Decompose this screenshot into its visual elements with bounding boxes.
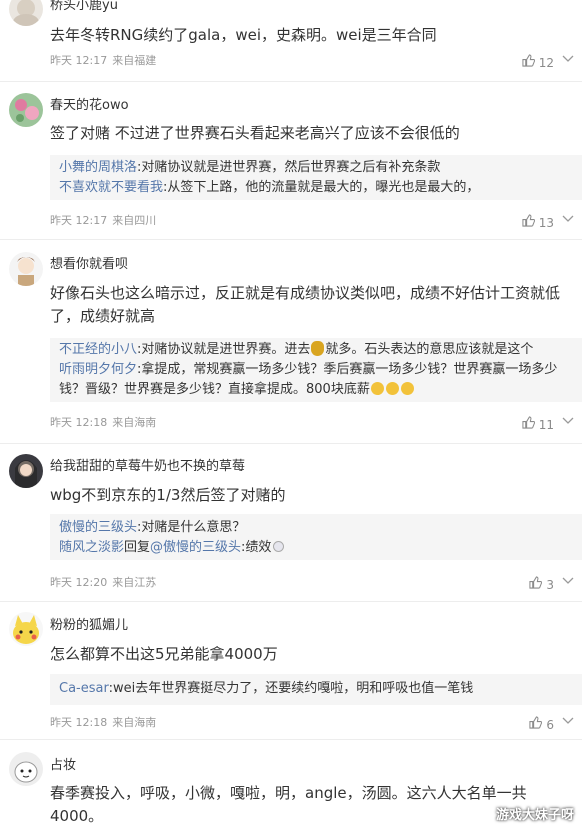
comment-3: 想看你就看呗 好像石头也这么暗示过，反正就是有成绩协议类似吧，成绩不好估计工资就…: [0, 240, 582, 444]
comment-meta: 昨天 12:17 来自四川: [50, 213, 156, 229]
comment-time: 昨天 12:17: [50, 54, 108, 67]
username[interactable]: 占妆: [50, 757, 76, 775]
avatar[interactable]: [9, 752, 43, 786]
comment-location: 来自江苏: [112, 576, 157, 589]
reply-text: :对赌是什么意思？: [137, 520, 246, 535]
comment-text: wbg不到京东的1/3然后签了对赌的: [50, 486, 286, 504]
comment-5: 粉粉的狐媚儿 怎么都算不出这5兄弟能拿4000万 Ca-esar:wei去年世界…: [0, 602, 582, 740]
like-button[interactable]: 6: [529, 716, 554, 733]
comment-location: 来自四川: [112, 214, 157, 227]
comment-meta: 昨天 12:17 来自福建: [50, 53, 156, 69]
like-button[interactable]: 12: [522, 54, 554, 71]
comment-meta: 昨天 12:18 来自海南: [50, 715, 156, 731]
grin-emoji-icon: [385, 382, 399, 395]
reply-text: :wei去年世界赛挺尽力了，还要续约嘎啦，明和呼吸也值一笔钱: [108, 681, 474, 696]
thumbs-up-icon: [529, 716, 543, 733]
watermark: 游戏大妹子呀: [495, 808, 574, 823]
avatar[interactable]: [9, 93, 43, 127]
reply-box: 小舞的周棋洛:对赌协议就是进世界赛，然后世界赛之后有补充条款 不喜欢就不要看我:…: [50, 155, 582, 200]
like-button[interactable]: 11: [522, 416, 554, 433]
like-button[interactable]: 13: [522, 214, 554, 231]
comment-meta: 昨天 12:18 来自海南: [50, 415, 156, 431]
emoji-icon: [273, 541, 285, 552]
comment-text: 签了对赌 不过进了世界赛石头看起来老高兴了应该不会很低的: [50, 124, 460, 142]
avatar[interactable]: [9, 612, 43, 646]
reply-username[interactable]: 小舞的周棋洛: [59, 160, 137, 175]
more-icon[interactable]: [562, 52, 574, 68]
avatar[interactable]: [9, 252, 43, 286]
comment-time: 昨天 12:20: [50, 576, 108, 589]
comment-time: 昨天 12:17: [50, 214, 108, 227]
reply-text: :从签下上路，他的流量就是最大的，曝光也是最大的，: [163, 180, 480, 195]
comment-meta: 昨天 12:20 来自江苏: [50, 575, 156, 591]
reply-item: 不喜欢就不要看我:从签下上路，他的流量就是最大的，曝光也是最大的，: [59, 178, 573, 198]
reply-box: Ca-esar:wei去年世界赛挺尽力了，还要续约嘎啦，明和呼吸也值一笔钱: [50, 674, 582, 705]
reply-text: 就多。石头表达的意思应该就是这个: [325, 342, 534, 357]
thumbs-up-icon: [522, 214, 535, 231]
reply-text: :绩效: [241, 540, 272, 555]
reply-mention[interactable]: @傲慢的三级头: [150, 540, 241, 555]
comment-1: 桥头小鹿yu 去年冬转RNG续约了gala，wei，史森明。wei是三年合同 昨…: [0, 0, 582, 82]
avatar[interactable]: [9, 0, 43, 26]
reply-box: 不正经的小八:对赌协议就是进世界赛。进去 就多。石头表达的意思应该就是这个 听雨明…: [50, 338, 582, 402]
reply-item: 不正经的小八:对赌协议就是进世界赛。进去 就多。石头表达的意思应该就是这个: [59, 340, 573, 360]
thumbs-up-icon: [522, 416, 535, 433]
reply-username[interactable]: Ca-esar: [59, 681, 109, 696]
grin-emoji-icon: [400, 382, 414, 395]
reply-username[interactable]: 随风之淡影: [59, 540, 124, 555]
comment-location: 来自海南: [112, 716, 157, 729]
reply-item: 随风之淡影回复@傲慢的三级头:绩效: [59, 538, 573, 558]
reply-username[interactable]: 不喜欢就不要看我: [59, 180, 163, 195]
reply-box: 傲慢的三级头:对赌是什么意思？ 随风之淡影回复@傲慢的三级头:绩效: [50, 514, 582, 560]
comment-time: 昨天 12:18: [50, 716, 108, 729]
comment-text: 春季赛投入，呼吸，小微，嘎啦，明，angle，汤圆。这六人大名单一共4000。: [50, 784, 527, 825]
comment-location: 来自海南: [112, 416, 157, 429]
avatar[interactable]: [9, 454, 43, 488]
comment-text: 怎么都算不出这5兄弟能拿4000万: [50, 645, 278, 663]
username[interactable]: 粉粉的狐媚儿: [50, 617, 128, 635]
reply-item: 傲慢的三级头:对赌是什么意思？: [59, 518, 573, 538]
like-button[interactable]: 3: [529, 576, 554, 593]
username[interactable]: 给我甜甜的草莓牛奶也不换的草莓: [50, 458, 245, 476]
reply-label: 回复: [124, 540, 151, 555]
reply-username[interactable]: 听雨明夕何夕: [59, 362, 137, 377]
comment-2: 春天的花owo 签了对赌 不过进了世界赛石头看起来老高兴了应该不会很低的 小舞的…: [0, 82, 582, 240]
thumbs-up-icon: [522, 54, 535, 71]
like-count: 3: [546, 577, 554, 592]
more-icon[interactable]: [562, 212, 574, 228]
money-bag-emoji-icon: [311, 341, 325, 356]
reply-text: :对赌协议就是进世界赛，然后世界赛之后有补充条款: [137, 160, 441, 175]
comment-4: 给我甜甜的草莓牛奶也不换的草莓 wbg不到京东的1/3然后签了对赌的 傲慢的三级…: [0, 444, 582, 602]
comment-time: 昨天 12:18: [50, 416, 108, 429]
comment-location: 来自福建: [112, 54, 157, 67]
grin-emoji-icon: [370, 382, 384, 395]
like-count: 11: [538, 417, 554, 432]
reply-item: 小舞的周棋洛:对赌协议就是进世界赛，然后世界赛之后有补充条款: [59, 158, 573, 178]
like-count: 6: [546, 717, 554, 732]
more-icon[interactable]: [562, 574, 574, 590]
like-count: 12: [538, 55, 554, 70]
more-icon[interactable]: [562, 714, 574, 730]
reply-text: :对赌协议就是进世界赛。进去: [137, 342, 311, 357]
reply-username[interactable]: 不正经的小八: [59, 342, 137, 357]
reply-item: Ca-esar:wei去年世界赛挺尽力了，还要续约嘎啦，明和呼吸也值一笔钱: [59, 679, 573, 699]
comment-text: 好像石头也这么暗示过，反正就是有成绩协议类似吧，成绩不好估计工资就低了，成绩好就…: [50, 284, 561, 325]
reply-item: 听雨明夕何夕:拿提成，常规赛赢一场多少钱？季后赛赢一场多少钱？世界赛赢一场多少钱…: [59, 360, 573, 400]
reply-username[interactable]: 傲慢的三级头: [59, 520, 137, 535]
comment-text: 去年冬转RNG续约了gala，wei，史森明。wei是三年合同: [50, 26, 437, 44]
more-icon[interactable]: [562, 414, 574, 430]
thumbs-up-icon: [529, 576, 543, 593]
username[interactable]: 桥头小鹿yu: [50, 0, 118, 15]
username[interactable]: 春天的花owo: [50, 97, 129, 115]
username[interactable]: 想看你就看呗: [50, 256, 128, 274]
like-count: 13: [538, 215, 554, 230]
comment-6: 占妆 春季赛投入，呼吸，小微，嘎啦，明，angle，汤圆。这六人大名单一共400…: [0, 740, 582, 829]
